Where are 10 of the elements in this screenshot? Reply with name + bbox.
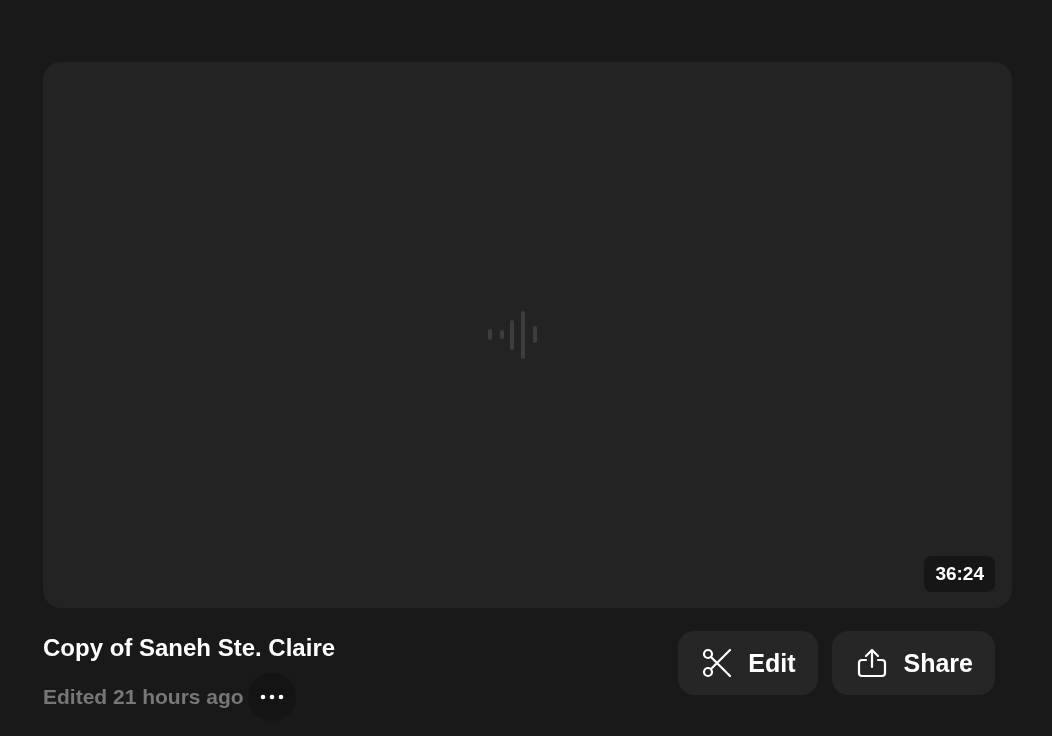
video-preview[interactable]: 36:24 <box>43 62 1012 608</box>
share-button[interactable]: Share <box>831 631 995 695</box>
share-icon <box>855 648 888 678</box>
audio-wave-icon <box>486 310 539 360</box>
duration-badge: 36:24 <box>924 556 995 592</box>
edited-time: Edited 21 hours ago <box>43 685 244 709</box>
scissors-icon <box>702 648 733 678</box>
video-title: Copy of Saneh Ste. Claire <box>43 634 336 662</box>
ellipsis-icon <box>259 694 284 700</box>
edit-button[interactable]: Edit <box>678 631 818 695</box>
